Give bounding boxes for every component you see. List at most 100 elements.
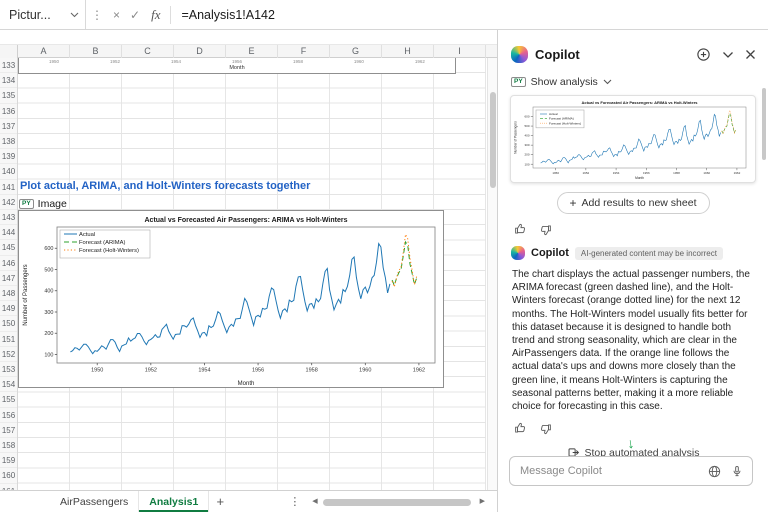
thumbs-down-icon[interactable] xyxy=(538,421,553,436)
cancel-icon[interactable]: × xyxy=(113,8,120,22)
sheet-tabs: AirPassengersAnalysis1 xyxy=(50,491,209,512)
remnant-tick-label: 1960 xyxy=(354,59,364,64)
analysis-chart-card[interactable]: Actual vs Forecasted Air Passengers: ARI… xyxy=(510,95,756,183)
sheet-list-icon[interactable]: ⋮ xyxy=(289,495,300,508)
name-box-value: Pictur... xyxy=(9,8,70,22)
svg-text:400: 400 xyxy=(524,134,529,138)
add-results-button[interactable]: + Add results to new sheet xyxy=(557,192,710,214)
remnant-year-labels: 1950195219541956195819601962 xyxy=(19,59,455,64)
row-header-154[interactable]: 154 xyxy=(0,377,17,392)
row-header-156[interactable]: 156 xyxy=(0,408,17,423)
row-header-139[interactable]: 139 xyxy=(0,149,17,164)
copilot-panel: Copilot PY Show analysis Actual vs Forec… xyxy=(497,30,768,512)
row-header-157[interactable]: 157 xyxy=(0,423,17,438)
cell-heading-text[interactable]: Plot actual, ARIMA, and Holt-Winters for… xyxy=(20,180,310,192)
column-header-I[interactable]: I xyxy=(434,45,486,58)
horizontal-scrollbar-thumb[interactable] xyxy=(323,499,471,506)
scroll-right-icon[interactable]: ▶ xyxy=(480,498,485,506)
copilot-logo-icon xyxy=(511,246,525,260)
svg-text:Actual: Actual xyxy=(79,232,95,238)
thumbs-down-icon[interactable] xyxy=(538,222,553,237)
row-header-140[interactable]: 140 xyxy=(0,164,17,179)
row-header-158[interactable]: 158 xyxy=(0,438,17,453)
row-header-143[interactable]: 143 xyxy=(0,210,17,225)
svg-text:200: 200 xyxy=(44,331,53,337)
row-header-134[interactable]: 134 xyxy=(0,73,17,88)
embedded-chart[interactable]: Actual vs Forecasted Air Passengers: ARI… xyxy=(18,210,444,388)
green-arrow-cursor: ↓ xyxy=(626,435,635,452)
row-header-160[interactable]: 160 xyxy=(0,468,17,483)
svg-text:600: 600 xyxy=(44,246,53,252)
column-header-E[interactable]: E xyxy=(226,45,278,58)
close-icon[interactable] xyxy=(745,49,756,60)
kebab-icon[interactable]: ⋮ xyxy=(91,8,103,22)
svg-text:Forecast (ARIMA): Forecast (ARIMA) xyxy=(549,117,574,121)
select-all-corner[interactable] xyxy=(0,45,18,58)
row-header-135[interactable]: 135 xyxy=(0,88,17,103)
embedded-chart-partial[interactable]: 1950195219541956195819601962 Month xyxy=(18,58,456,74)
svg-text:1962: 1962 xyxy=(413,368,425,374)
row-header-146[interactable]: 146 xyxy=(0,256,17,271)
plus-icon: + xyxy=(570,198,577,208)
name-box[interactable]: Pictur... xyxy=(0,0,86,29)
message-input[interactable] xyxy=(520,465,699,477)
row-header-151[interactable]: 151 xyxy=(0,332,17,347)
microphone-icon[interactable] xyxy=(730,464,744,479)
svg-text:600: 600 xyxy=(524,115,529,119)
column-header-G[interactable]: G xyxy=(330,45,382,58)
svg-text:1952: 1952 xyxy=(583,171,590,175)
new-chat-icon[interactable] xyxy=(696,47,711,62)
row-header-147[interactable]: 147 xyxy=(0,271,17,286)
horizontal-scrollbar[interactable]: ◀ ▶ xyxy=(312,498,485,506)
column-header-C[interactable]: C xyxy=(122,45,174,58)
svg-text:1952: 1952 xyxy=(145,368,157,374)
row-header-142[interactable]: 142 xyxy=(0,195,17,210)
python-image-cell[interactable]: PY Image xyxy=(19,197,67,211)
row-header-144[interactable]: 144 xyxy=(0,225,17,240)
add-results-label: Add results to new sheet xyxy=(582,197,697,209)
row-header-150[interactable]: 150 xyxy=(0,316,17,331)
row-header-159[interactable]: 159 xyxy=(0,453,17,468)
add-sheet-button[interactable]: + xyxy=(209,491,231,512)
chevron-down-icon[interactable] xyxy=(722,51,734,59)
thumbs-up-icon[interactable] xyxy=(513,421,528,436)
vertical-scrollbar-thumb[interactable] xyxy=(490,92,496,188)
insert-function-icon[interactable]: fx xyxy=(151,7,160,23)
column-header-B[interactable]: B xyxy=(70,45,122,58)
row-header-138[interactable]: 138 xyxy=(0,134,17,149)
row-header-153[interactable]: 153 xyxy=(0,362,17,377)
confirm-icon[interactable]: ✓ xyxy=(130,8,140,22)
chevron-down-icon xyxy=(70,12,79,18)
column-header-H[interactable]: H xyxy=(382,45,434,58)
spreadsheet-area: ABCDEFGHI 133134135136137138139140141142… xyxy=(0,30,497,512)
sheet-tab-bar: AirPassengersAnalysis1 + ⋮ ◀ ▶ xyxy=(0,490,497,512)
row-header-148[interactable]: 148 xyxy=(0,286,17,301)
row-header-133[interactable]: 133 xyxy=(0,58,17,73)
row-header-141[interactable]: 141 xyxy=(0,180,17,195)
svg-text:100: 100 xyxy=(524,162,529,166)
globe-icon[interactable] xyxy=(707,464,722,479)
row-header-137[interactable]: 137 xyxy=(0,119,17,134)
svg-text:1962: 1962 xyxy=(734,171,741,175)
show-analysis[interactable]: PY Show analysis xyxy=(511,76,768,88)
row-header-145[interactable]: 145 xyxy=(0,240,17,255)
row-header-152[interactable]: 152 xyxy=(0,347,17,362)
remnant-tick-label: 1950 xyxy=(49,59,59,64)
scroll-left-icon[interactable]: ◀ xyxy=(312,498,317,506)
column-header-A[interactable]: A xyxy=(18,45,70,58)
svg-text:1950: 1950 xyxy=(91,368,103,374)
column-header-D[interactable]: D xyxy=(174,45,226,58)
panel-scrollbar[interactable] xyxy=(762,88,766,160)
sheet-tab-Analysis1[interactable]: Analysis1 xyxy=(139,491,209,512)
row-header-136[interactable]: 136 xyxy=(0,104,17,119)
row-header-149[interactable]: 149 xyxy=(0,301,17,316)
svg-text:Number of Passengers: Number of Passengers xyxy=(23,264,29,325)
formula-input[interactable]: =Analysis1!A142 xyxy=(181,8,274,22)
sheet-tab-AirPassengers[interactable]: AirPassengers xyxy=(50,491,139,512)
row-header-155[interactable]: 155 xyxy=(0,392,17,407)
formula-bar: Pictur... ⋮ × ✓ fx =Analysis1!A142 xyxy=(0,0,768,30)
thumbs-up-icon[interactable] xyxy=(513,222,528,237)
column-header-F[interactable]: F xyxy=(278,45,330,58)
svg-text:1956: 1956 xyxy=(252,368,264,374)
vertical-scrollbar[interactable] xyxy=(487,58,497,490)
